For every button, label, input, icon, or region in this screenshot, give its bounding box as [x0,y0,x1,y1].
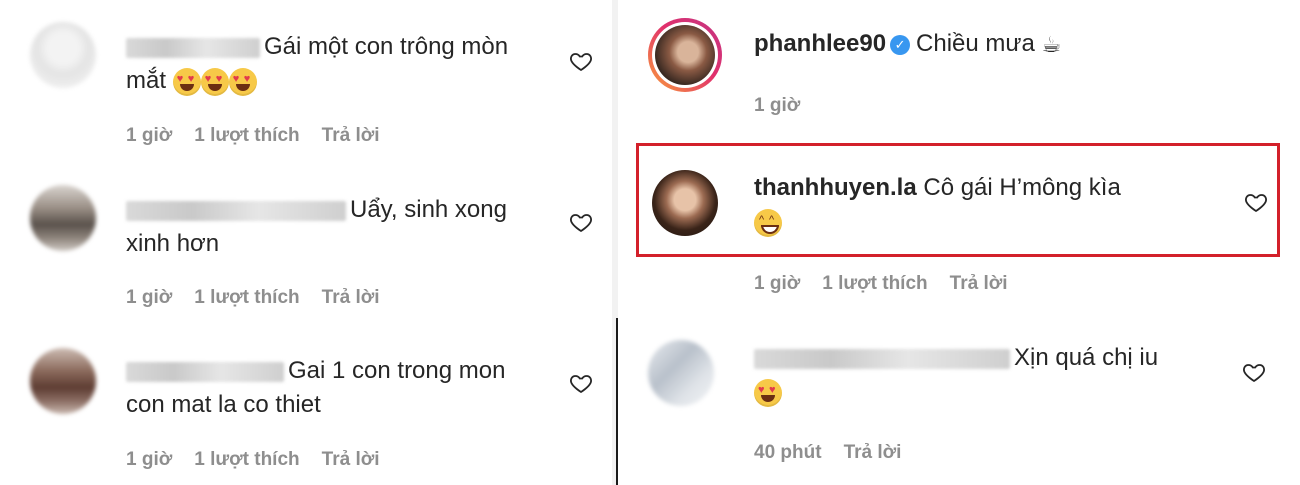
left-comments-panel: Gái một con trông mòn mắt ♥ ♥ ♥ ♥ ♥ ♥ 1 giờ 1 … [0,0,612,485]
reply-button[interactable]: Trả lời [950,273,1008,294]
avatar[interactable] [30,22,96,88]
comment-text-line2: mắt [126,67,167,94]
avatar [655,25,715,85]
username-blurred[interactable] [126,200,346,221]
heart-eyes-emoji: ♥ ♥ [754,378,782,407]
likes-count[interactable]: 1 lượt thích [194,287,299,308]
username[interactable]: phanhlee90 [754,30,886,57]
coffee-icon: ☕ [1041,31,1062,57]
likes-count[interactable]: 1 lượt thích [194,449,299,470]
comment-text: Chiều mưa [916,30,1035,57]
comment-time: 1 giờ [754,95,801,116]
comment-text-line2: xinh hơn [126,230,220,257]
comment-meta: 1 giờ 1 lượt thích Trả lời [126,287,402,309]
heart-outline-icon[interactable] [569,49,593,73]
heart-eyes-emoji: ♥ ♥ [228,67,257,96]
heart-outline-icon[interactable] [1242,360,1266,384]
avatar[interactable] [30,348,96,414]
username-blurred[interactable] [754,348,1010,369]
reply-button[interactable]: Trả lời [322,287,380,308]
reply-button[interactable]: Trả lời [322,449,380,470]
likes-count[interactable]: 1 lượt thích [194,125,299,146]
comment-meta: 1 giờ 1 lượt thích Trả lời [126,125,402,147]
comment-meta: 1 giờ 1 lượt thích Trả lời [754,273,1030,295]
comment-time: 1 giờ [126,287,173,308]
reply-button[interactable]: Trả lời [844,442,902,463]
reply-button[interactable]: Trả lời [322,125,380,146]
comment-time: 40 phút [754,442,822,463]
comment-text-line1: Gai 1 con trong mon [288,357,506,384]
heart-eyes-emoji: ♥ ♥ [200,67,229,96]
verified-badge-icon: ✓ [890,34,911,55]
highlight-box [636,143,1280,257]
avatar[interactable] [648,340,714,406]
comment-meta: 1 giờ 1 lượt thích Trả lời [126,449,402,471]
heart-eyes-emoji: ♥ ♥ [172,67,201,96]
heart-outline-icon[interactable] [569,210,593,234]
heart-outline-icon[interactable] [569,371,593,395]
comment-text-line2: con mat la co thiet [126,391,321,418]
likes-count[interactable]: 1 lượt thích [822,273,927,294]
comment-text-line1: Gái một con trông mòn [264,33,509,60]
avatar-story-ring[interactable] [648,18,722,92]
comment-time: 1 giờ [126,125,173,146]
username-blurred[interactable] [126,37,260,58]
username-blurred[interactable] [126,361,284,382]
avatar[interactable] [30,185,96,251]
comment-text: Xịn quá chị iu [1014,344,1159,371]
comment-time: 1 giờ [754,273,801,294]
comment-meta: 1 giờ [754,95,822,117]
comment-time: 1 giờ [126,449,173,470]
comment-text-line1: Uẩy, sinh xong [350,196,507,223]
comment-meta: 40 phút Trả lời [754,442,923,464]
